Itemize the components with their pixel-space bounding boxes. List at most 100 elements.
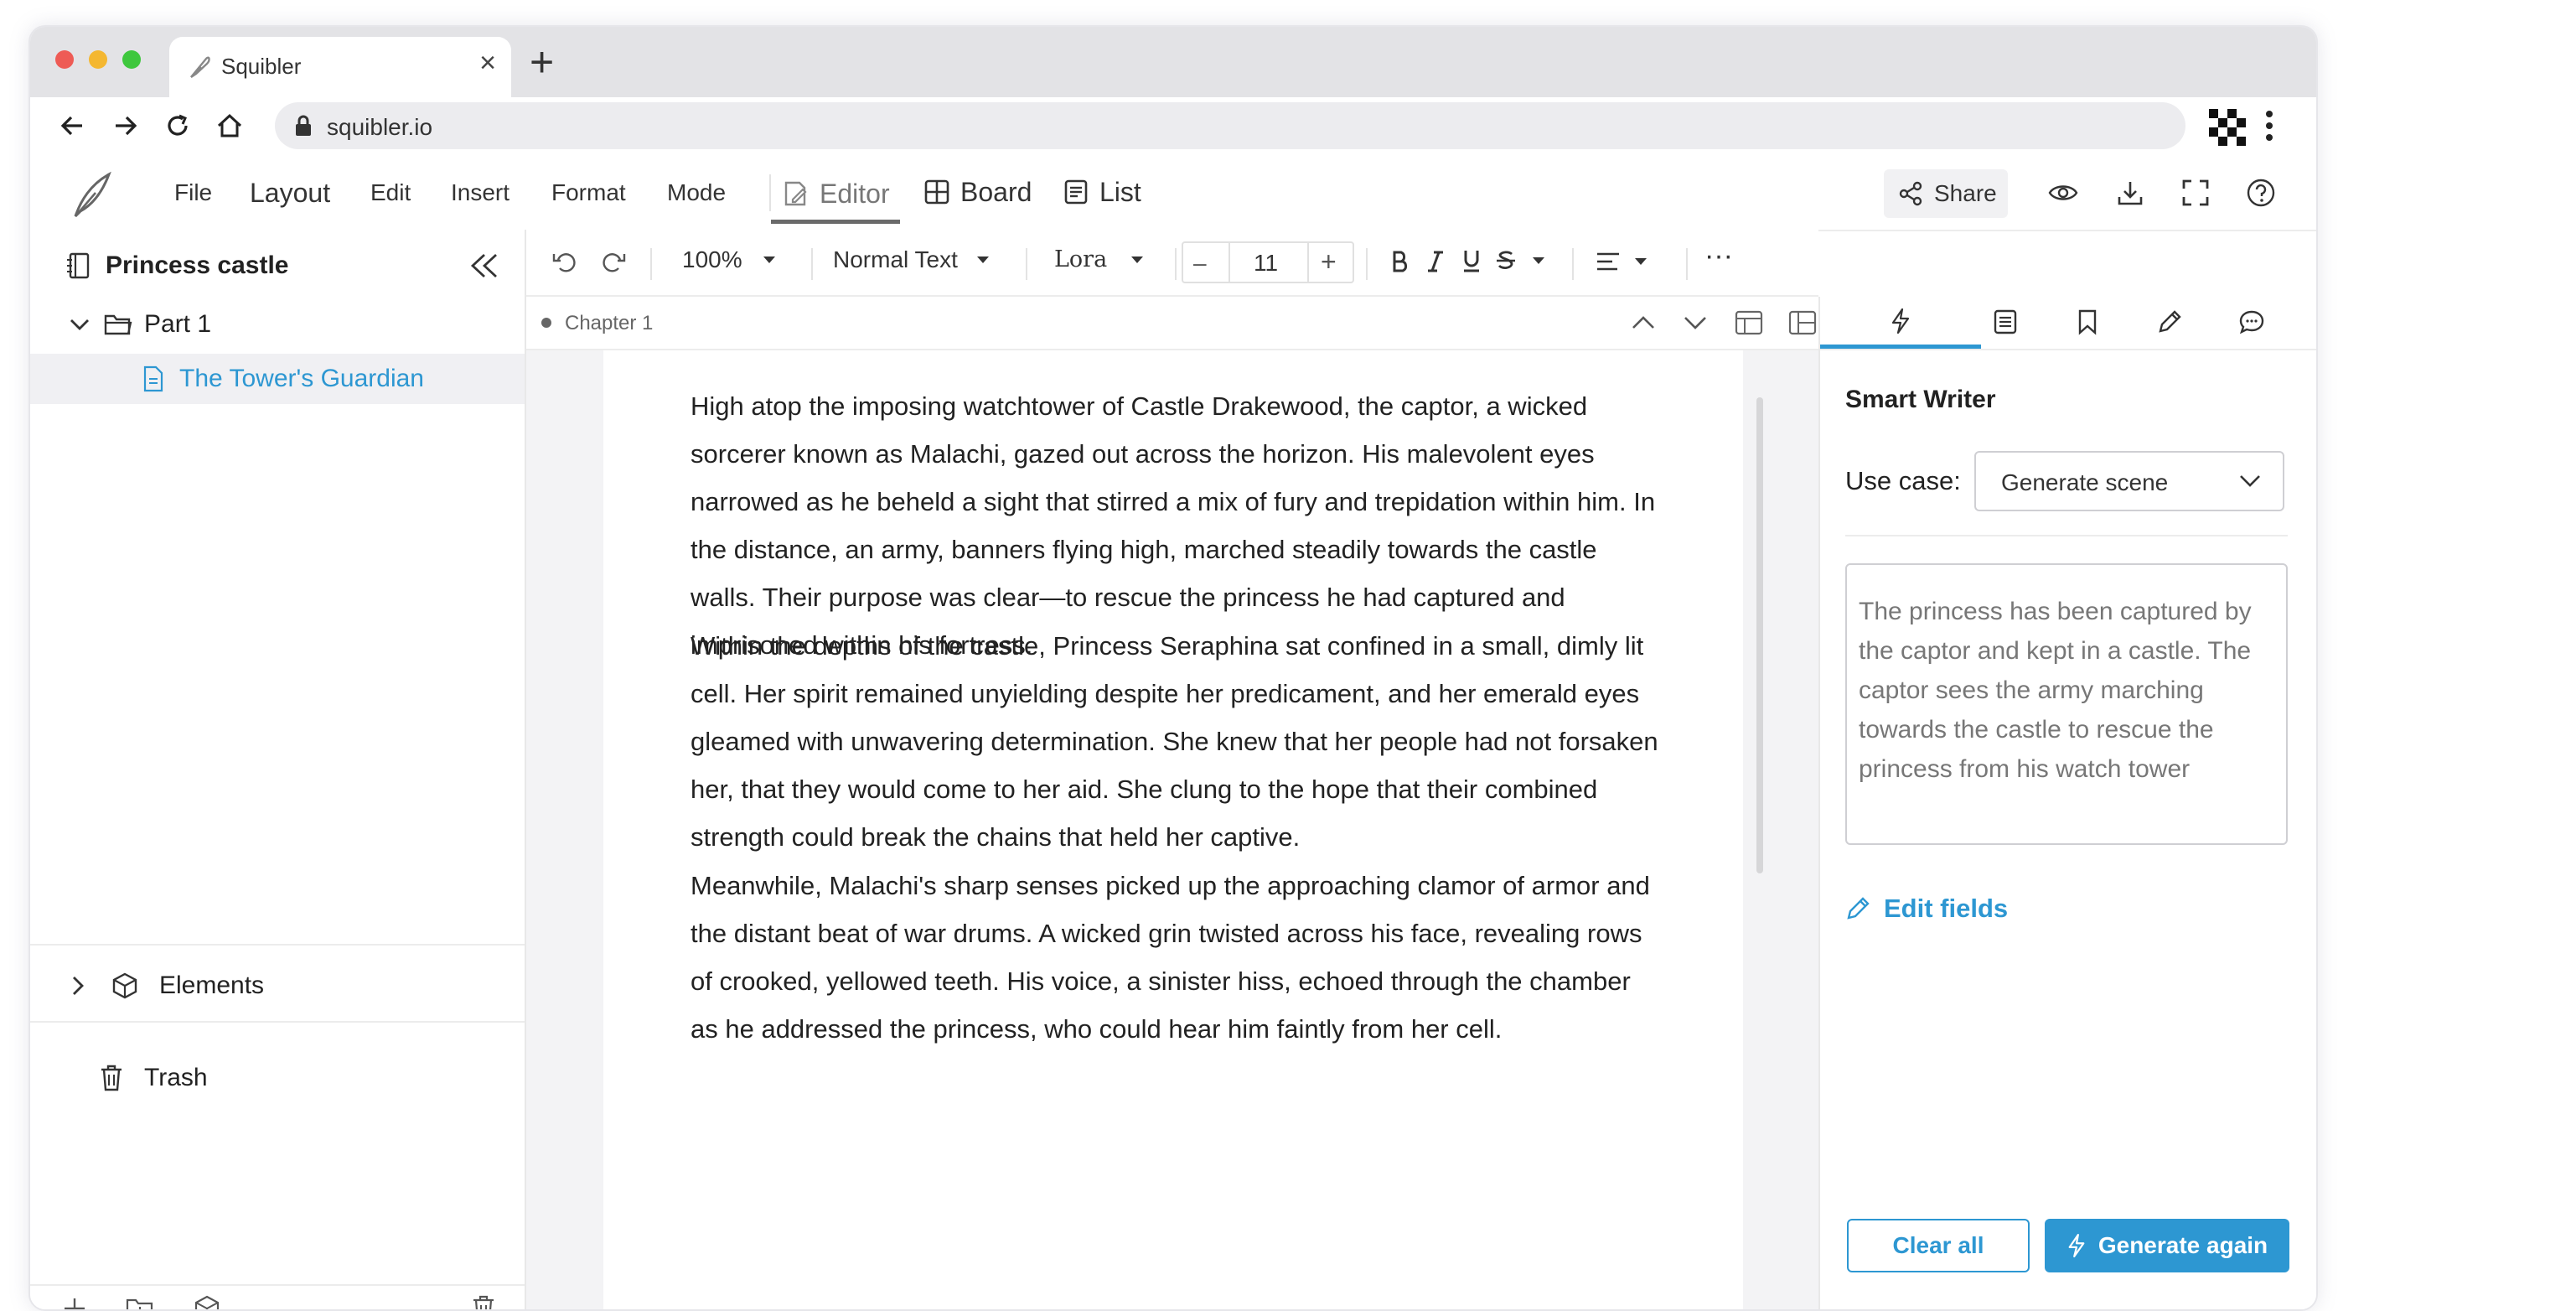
tab-close-button[interactable]: × bbox=[479, 47, 496, 80]
tree-item-elements[interactable]: Elements bbox=[30, 961, 525, 1011]
text-style-select[interactable]: Normal Text bbox=[833, 246, 990, 273]
tab-comments[interactable] bbox=[2227, 297, 2276, 347]
share-button[interactable]: Share bbox=[1884, 169, 2008, 218]
tree-item-document[interactable]: The Tower's Guardian bbox=[30, 354, 525, 404]
italic-icon[interactable] bbox=[1426, 250, 1445, 273]
paragraph[interactable]: Meanwhile, Malachi's sharp senses picked… bbox=[691, 862, 1663, 1053]
generate-again-button[interactable]: Generate again bbox=[2045, 1219, 2289, 1272]
clear-all-button[interactable]: Clear all bbox=[1847, 1219, 2030, 1272]
lock-icon bbox=[293, 114, 313, 137]
editor-scrollbar[interactable] bbox=[1756, 397, 1763, 873]
plus-icon[interactable] bbox=[62, 1296, 87, 1311]
download-button[interactable] bbox=[2112, 174, 2149, 211]
fullscreen-button[interactable] bbox=[2177, 174, 2214, 211]
minimize-window-button[interactable] bbox=[89, 50, 107, 69]
close-window-button[interactable] bbox=[55, 50, 74, 69]
chevron-down-icon[interactable] bbox=[1683, 315, 1708, 330]
increase-font-button[interactable]: + bbox=[1321, 246, 1337, 277]
sidebar-divider bbox=[30, 1021, 525, 1023]
chevron-right-icon[interactable] bbox=[70, 975, 85, 997]
layout-top-panel-icon[interactable] bbox=[1735, 310, 1763, 335]
tab-title: Squibler bbox=[221, 54, 302, 79]
tab-notes[interactable] bbox=[1981, 297, 2030, 347]
reload-button[interactable] bbox=[156, 104, 199, 148]
new-tab-button[interactable]: + bbox=[530, 37, 554, 87]
edit-fields-link[interactable]: Edit fields bbox=[1845, 894, 2008, 924]
editor-canvas: High atop the imposing watchtower of Cas… bbox=[526, 350, 1818, 1309]
collapse-sidebar-icon[interactable] bbox=[468, 251, 501, 280]
extension-icon[interactable] bbox=[2209, 109, 2246, 146]
tree-item-document-label: The Tower's Guardian bbox=[179, 365, 424, 392]
forward-button[interactable] bbox=[104, 104, 147, 148]
undo-icon[interactable] bbox=[551, 250, 578, 273]
tab-edit[interactable] bbox=[2145, 297, 2194, 347]
tree-item-trash[interactable]: Trash bbox=[30, 1053, 525, 1103]
menu-file[interactable]: File bbox=[174, 179, 212, 206]
tab-list-label: List bbox=[1099, 176, 1141, 207]
tab-board-label: Board bbox=[960, 176, 1032, 207]
edit-document-icon bbox=[784, 181, 807, 206]
use-case-select[interactable]: Generate scene bbox=[1974, 451, 2284, 511]
lightning-icon bbox=[2068, 1233, 2085, 1258]
menu-mode[interactable]: Mode bbox=[667, 179, 726, 206]
download-icon bbox=[2118, 182, 2143, 205]
menu-edit[interactable]: Edit bbox=[370, 179, 411, 206]
trash-label: Trash bbox=[144, 1064, 208, 1091]
format-toolbar: 100% Normal Text Lora – 11 + ··· bbox=[526, 230, 1818, 297]
tab-list[interactable]: List bbox=[1053, 168, 1151, 216]
layout-side-panel-icon[interactable] bbox=[1788, 310, 1817, 335]
tab-editor[interactable]: Editor bbox=[771, 168, 900, 224]
underline-icon[interactable] bbox=[1461, 248, 1482, 273]
menu-format[interactable]: Format bbox=[551, 179, 626, 206]
more-options-button[interactable]: ··· bbox=[1704, 240, 1733, 272]
panel-divider bbox=[1845, 535, 2288, 536]
panel-tabs bbox=[1820, 297, 2316, 350]
strikethrough-select[interactable] bbox=[1495, 248, 1545, 273]
tab-smart-writer[interactable] bbox=[1820, 297, 1981, 349]
font-size-value[interactable]: 11 bbox=[1254, 250, 1278, 277]
menu-layout[interactable]: Layout bbox=[250, 178, 330, 209]
align-left-icon bbox=[1597, 252, 1619, 271]
url-field[interactable]: squibler.io bbox=[275, 102, 2185, 149]
chevron-up-icon[interactable] bbox=[1631, 315, 1656, 330]
caret-down-icon bbox=[976, 256, 989, 263]
paragraph[interactable]: Within the depths of the castle, Princes… bbox=[691, 622, 1663, 861]
edit-fields-label: Edit fields bbox=[1884, 894, 2009, 923]
kebab-icon bbox=[2266, 111, 2273, 141]
chevron-down-icon[interactable] bbox=[69, 317, 91, 332]
decrease-font-button[interactable]: – bbox=[1193, 250, 1207, 277]
smart-writer-panel: Smart Writer Use case: Generate scene Th… bbox=[1818, 297, 2316, 1309]
document-icon bbox=[143, 365, 163, 392]
document-page[interactable]: High atop the imposing watchtower of Cas… bbox=[603, 350, 1743, 1309]
tab-board[interactable]: Board bbox=[913, 168, 1042, 216]
back-button[interactable] bbox=[50, 104, 94, 148]
toolbar-divider bbox=[1686, 248, 1688, 280]
strikethrough-icon bbox=[1497, 251, 1515, 269]
bold-icon[interactable] bbox=[1391, 250, 1410, 273]
new-element-cube-icon[interactable] bbox=[193, 1294, 221, 1311]
caret-down-icon bbox=[1131, 256, 1144, 263]
browser-tab[interactable]: Squibler × bbox=[169, 37, 511, 97]
maximize-window-button[interactable] bbox=[122, 50, 141, 69]
scene-prompt-textarea[interactable]: The princess has been captured by the ca… bbox=[1845, 563, 2288, 845]
tab-bookmarks[interactable] bbox=[2063, 297, 2112, 347]
redo-icon[interactable] bbox=[600, 250, 627, 273]
generate-again-label: Generate again bbox=[2098, 1232, 2268, 1258]
smart-writer-title: Smart Writer bbox=[1845, 386, 1996, 413]
app-menu-bar: File Layout Edit Insert Format Mode Edit… bbox=[30, 156, 2316, 231]
font-select[interactable]: Lora bbox=[1054, 246, 1144, 272]
project-header: Princess castle bbox=[30, 245, 525, 287]
browser-menu-button[interactable] bbox=[2264, 109, 2274, 142]
zoom-select[interactable]: 100% bbox=[682, 246, 776, 273]
home-button[interactable] bbox=[208, 104, 251, 148]
help-button[interactable] bbox=[2242, 174, 2279, 211]
board-grid-icon bbox=[924, 179, 949, 205]
new-folder-icon[interactable] bbox=[126, 1296, 154, 1311]
menu-insert[interactable]: Insert bbox=[451, 179, 510, 206]
tree-item-part-1[interactable]: Part 1 bbox=[30, 303, 525, 345]
caret-down-icon bbox=[1533, 257, 1544, 264]
preview-button[interactable] bbox=[2045, 174, 2082, 211]
delete-icon[interactable] bbox=[471, 1294, 496, 1311]
toolbar-divider bbox=[650, 248, 652, 280]
align-select[interactable] bbox=[1596, 251, 1648, 272]
